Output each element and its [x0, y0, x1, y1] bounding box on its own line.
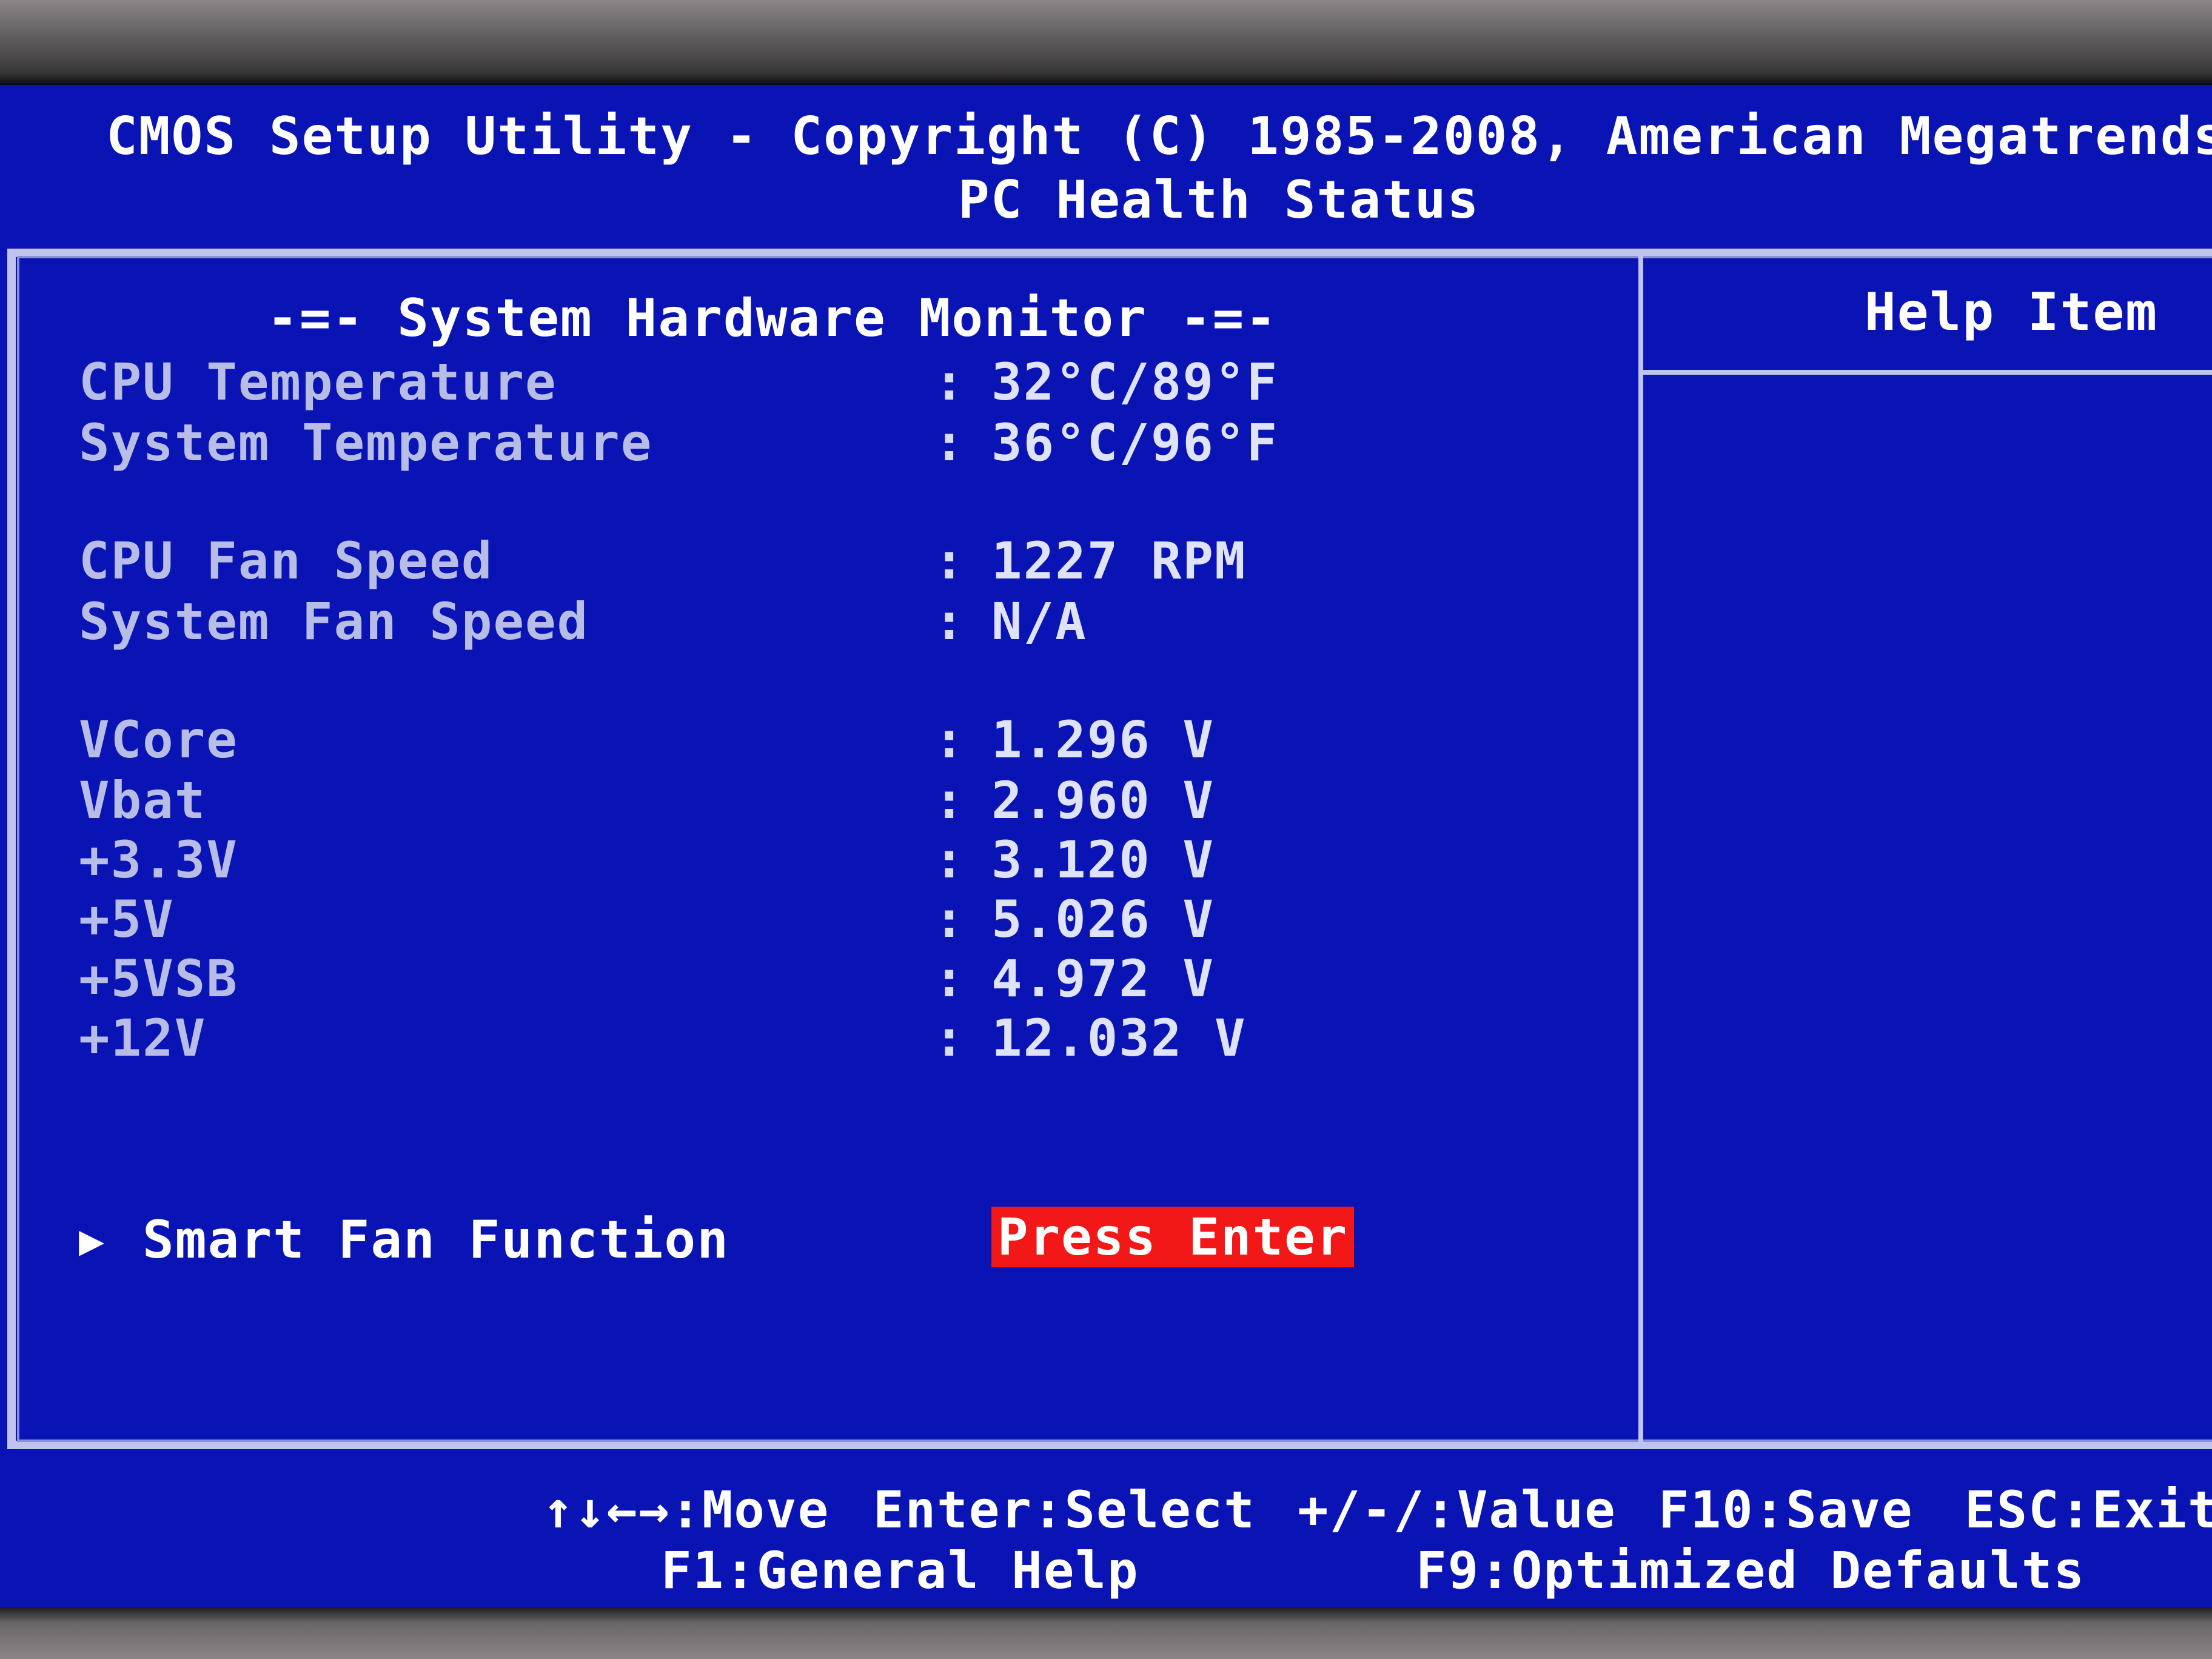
- monitor-row-5v: +5V : 5.026 V: [79, 889, 1595, 950]
- key-hint-value: +/-/:Value: [1298, 1480, 1617, 1540]
- key-hint-exit: ESC:Exit: [1965, 1480, 2212, 1540]
- monitor-row-vbat: Vbat : 2.960 V: [79, 770, 1595, 831]
- monitor-row-system-temperature: System Temperature : 36°C/96°F: [79, 412, 1595, 473]
- row-value: N/A: [991, 592, 1087, 651]
- row-separator: :: [934, 710, 966, 769]
- row-value: 4.972 V: [991, 949, 1215, 1008]
- row-separator: :: [934, 830, 966, 890]
- monitor-row-5vsb: +5VSB : 4.972 V: [79, 948, 1595, 1009]
- help-title-divider: [1643, 370, 2212, 375]
- row-separator: :: [934, 531, 966, 591]
- row-value: 12.032 V: [991, 1008, 1247, 1068]
- section-title: -=- System Hardware Monitor -=-: [267, 288, 1278, 349]
- smart-fan-function-item[interactable]: ▶ Smart Fan Function: [79, 1207, 1595, 1273]
- page-title: PC Health Status: [958, 170, 1480, 230]
- bios-screen: CMOS Setup Utility - Copyright (C) 1985-…: [0, 85, 2212, 1607]
- monitor-row-cpu-temperature: CPU Temperature : 32°C/89°F: [79, 352, 1595, 412]
- key-hint-general-help: F1:General Help: [661, 1541, 1139, 1600]
- row-label: +5VSB: [79, 949, 238, 1008]
- help-panel-divider: [1638, 256, 1643, 1444]
- row-label: +5V: [79, 890, 175, 949]
- monitor-row-cpu-fan-speed: CPU Fan Speed : 1227 RPM: [79, 531, 1595, 591]
- key-help-footer: ↑↓←→:Move Enter:Select +/-/:Value F10:Sa…: [0, 1480, 2212, 1607]
- row-label: System Fan Speed: [79, 592, 589, 651]
- row-value: 1.296 V: [991, 710, 1215, 769]
- submenu-arrow-icon: ▶: [79, 1215, 106, 1265]
- row-separator: :: [934, 413, 966, 472]
- key-hint-save: F10:Save: [1658, 1480, 1914, 1540]
- help-item-title: Help Item: [1865, 282, 2158, 343]
- header-copyright: CMOS Setup Utility - Copyright (C) 1985-…: [106, 106, 2212, 167]
- row-separator: :: [934, 1008, 966, 1068]
- monitor-row-vcore: VCore : 1.296 V: [79, 709, 1595, 770]
- row-label: System Temperature: [79, 413, 653, 472]
- row-label: Vbat: [79, 771, 207, 830]
- row-value: 3.120 V: [991, 830, 1215, 890]
- row-label: CPU Fan Speed: [79, 531, 494, 591]
- monitor-bezel-top: [0, 0, 2212, 85]
- row-separator: :: [934, 949, 966, 1008]
- monitor-row-3v3: +3.3V : 3.120 V: [79, 830, 1595, 890]
- row-value: 5.026 V: [991, 890, 1215, 949]
- monitor-bezel-bottom: [0, 1607, 2212, 1659]
- row-separator: :: [934, 890, 966, 949]
- monitor-row-12v: +12V : 12.032 V: [79, 1008, 1595, 1068]
- row-label: VCore: [79, 710, 238, 769]
- press-enter-button[interactable]: Press Enter: [991, 1207, 1355, 1267]
- key-hint-optimized-defaults: F9:Optimized Defaults: [1416, 1541, 2086, 1600]
- row-label: CPU Temperature: [79, 352, 557, 412]
- row-value: 1227 RPM: [991, 531, 1247, 591]
- row-label: +12V: [79, 1008, 207, 1068]
- row-value: 32°C/89°F: [991, 352, 1279, 412]
- row-label: +3.3V: [79, 830, 238, 890]
- monitor-row-system-fan-speed: System Fan Speed : N/A: [79, 591, 1595, 652]
- row-separator: :: [934, 771, 966, 830]
- smart-fan-function-label: Smart Fan Function: [142, 1210, 729, 1270]
- key-hint-select: Enter:Select: [873, 1480, 1256, 1540]
- row-separator: :: [934, 352, 966, 412]
- row-separator: :: [934, 592, 966, 651]
- key-hint-move: ↑↓←→:Move: [543, 1480, 830, 1540]
- row-value: 2.960 V: [991, 771, 1215, 830]
- row-value: 36°C/96°F: [991, 413, 1279, 472]
